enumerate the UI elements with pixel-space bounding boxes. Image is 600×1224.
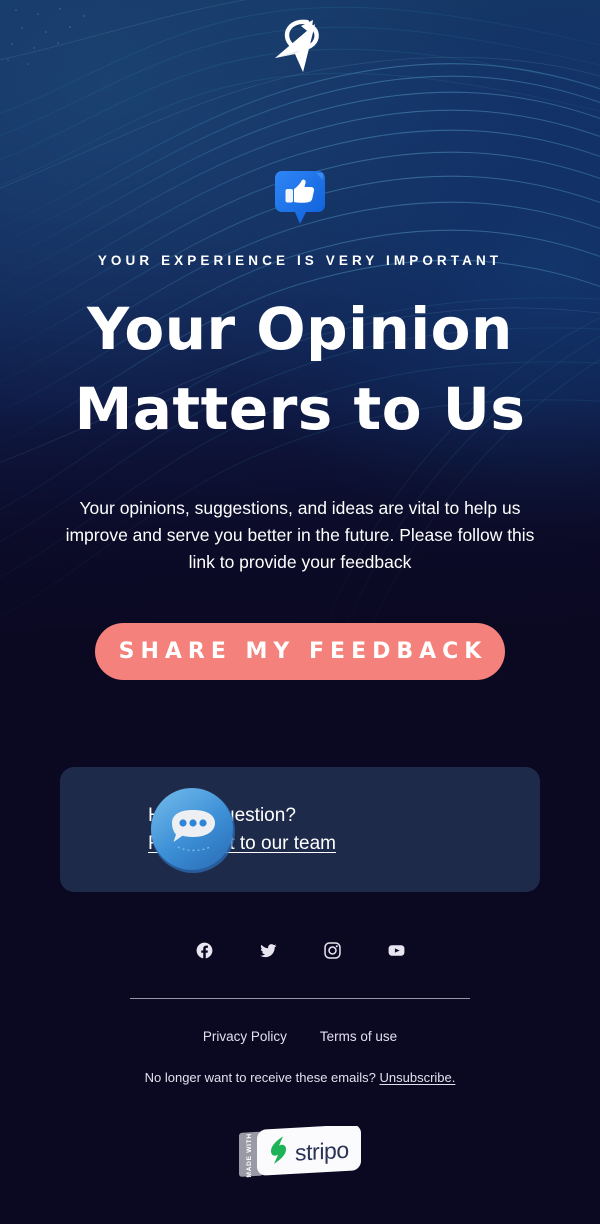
instagram-icon[interactable] <box>323 941 342 960</box>
unsubscribe-text: No longer want to receive these emails? <box>144 1070 376 1085</box>
youtube-icon[interactable] <box>387 941 406 960</box>
eyebrow-text: YOUR EXPERIENCE IS VERY IMPORTANT <box>97 253 503 268</box>
share-my-feedback-button[interactable]: SHARE MY FEEDBACK <box>95 623 505 680</box>
unsubscribe-link[interactable]: Unsubscribe. <box>379 1070 455 1085</box>
headline-line-1: Your Opinion <box>87 295 513 363</box>
stripo-badge[interactable]: MADE WITH stripo <box>237 1126 363 1182</box>
chat-bubble-dots-icon <box>151 788 235 873</box>
terms-of-use-link[interactable]: Terms of use <box>320 1029 397 1044</box>
page-title: Your Opinion Matters to Us <box>75 289 526 449</box>
footer: Privacy Policy Terms of use No longer wa… <box>0 930 600 1085</box>
privacy-policy-link[interactable]: Privacy Policy <box>203 1029 287 1044</box>
legal-links: Privacy Policy Terms of use <box>203 1029 397 1044</box>
email-body: YOUR EXPERIENCE IS VERY IMPORTANT Your O… <box>0 0 600 1224</box>
twitter-icon[interactable] <box>259 941 278 960</box>
hero-body-text: Your opinions, suggestions, and ideas ar… <box>65 498 535 572</box>
stripo-wordmark: stripo <box>295 1137 349 1166</box>
unsubscribe-row: No longer want to receive these emails? … <box>145 1070 456 1085</box>
facebook-icon[interactable] <box>195 941 214 960</box>
social-links <box>195 930 406 970</box>
made-with-text: MADE WITH <box>246 1133 253 1178</box>
headline-line-2: Matters to Us <box>74 375 526 443</box>
hero-content: YOUR EXPERIENCE IS VERY IMPORTANT Your O… <box>0 0 600 680</box>
footer-divider <box>130 998 470 999</box>
help-card: Have a question? Reach out to our team <box>60 767 540 892</box>
thumbs-up-speech-bubble-icon <box>275 171 325 224</box>
hero-section: YOUR EXPERIENCE IS VERY IMPORTANT Your O… <box>0 0 600 700</box>
